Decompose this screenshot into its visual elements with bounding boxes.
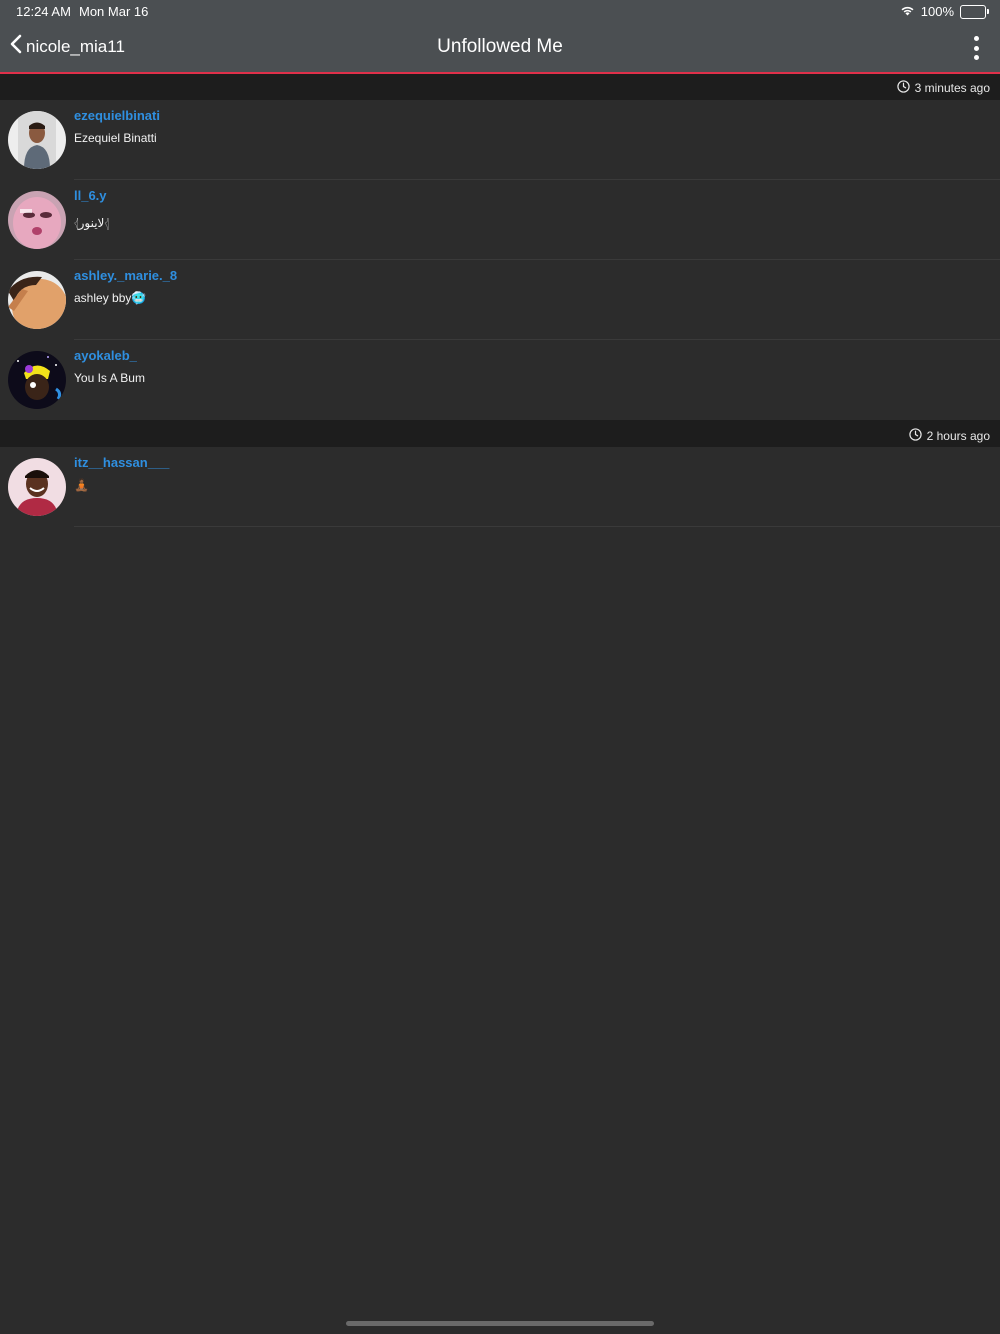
section-time-label: 2 hours ago bbox=[926, 429, 990, 443]
username-link[interactable]: ayokaleb_ bbox=[74, 348, 137, 363]
divider bbox=[74, 526, 1000, 527]
full-name: 𓂆لاينور𓂆 bbox=[74, 216, 109, 230]
nav-header: 12:24 AM Mon Mar 16 100% nicole_mia11 Un… bbox=[0, 0, 1000, 74]
status-time: 12:24 AM bbox=[16, 4, 71, 19]
status-right: 100% bbox=[900, 4, 989, 19]
section-time-label: 3 minutes ago bbox=[914, 81, 990, 95]
section-header: 2 hours ago bbox=[0, 420, 1000, 447]
username-link[interactable]: ll_6.y bbox=[74, 188, 107, 203]
username-link[interactable]: ashley._marie._8 bbox=[74, 268, 177, 283]
avatar bbox=[8, 271, 66, 329]
avatar bbox=[8, 458, 66, 516]
full-name: ashley bby🥶 bbox=[74, 291, 147, 305]
section-header: 3 minutes ago bbox=[0, 74, 1000, 100]
home-indicator[interactable] bbox=[346, 1321, 654, 1326]
username-link[interactable]: itz__hassan___ bbox=[74, 455, 169, 470]
status-bar: 12:24 AM Mon Mar 16 100% bbox=[0, 0, 1000, 24]
avatar bbox=[8, 111, 66, 169]
status-date: Mon Mar 16 bbox=[79, 4, 149, 19]
full-name: Ezequiel Binatti bbox=[74, 131, 157, 145]
list-item[interactable]: ll_6.y 𓂆لاينور𓂆 bbox=[0, 180, 1000, 260]
avatar bbox=[8, 351, 66, 409]
list-item[interactable]: ashley._marie._8 ashley bby🥶 bbox=[0, 260, 1000, 340]
list-item[interactable]: ayokaleb_ You Is A Bum bbox=[0, 340, 1000, 420]
wifi-icon bbox=[900, 4, 915, 19]
battery-icon bbox=[960, 4, 989, 19]
more-options-button[interactable] bbox=[966, 36, 986, 60]
clock-icon bbox=[908, 428, 922, 444]
full-name: You Is A Bum bbox=[74, 371, 145, 385]
clock-icon bbox=[896, 80, 910, 96]
full-name: 🧘🏾 bbox=[74, 478, 89, 492]
page-title: Unfollowed Me bbox=[437, 36, 563, 57]
battery-percent: 100% bbox=[920, 4, 954, 19]
list-item[interactable]: ezequielbinati Ezequiel Binatti bbox=[0, 100, 1000, 180]
list-item[interactable]: itz__hassan___ 🧘🏾 bbox=[0, 447, 1000, 527]
avatar bbox=[8, 191, 66, 249]
username-link[interactable]: ezequielbinati bbox=[74, 108, 160, 123]
more-vertical-icon bbox=[973, 36, 979, 41]
